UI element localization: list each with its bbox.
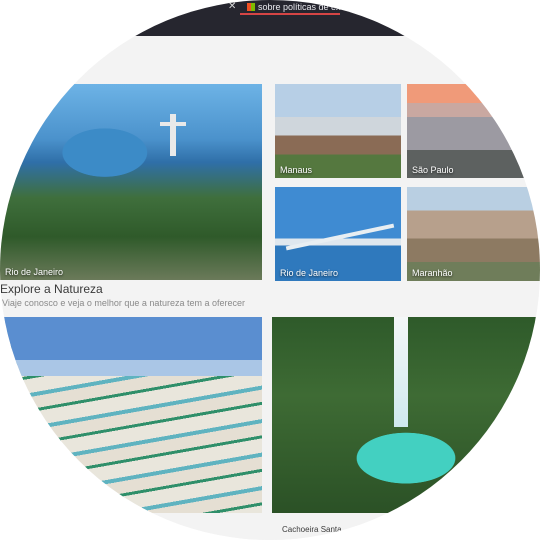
browser-tab-title: sobre políticas de execuçã [258,2,365,12]
nature-caption: Cachoeira Santa [282,525,342,534]
nature-card-waterfall[interactable] [272,317,540,513]
browser-tab-previous[interactable]: ✕ [150,0,240,14]
destination-label: Rio de Janeiro [280,268,339,278]
destination-card-sao-paulo[interactable]: São Paulo [407,84,540,178]
section-subtitle: Viaje conosco e veja o melhor que a natu… [2,298,245,308]
destination-card-rio-de-janeiro[interactable]: Rio de Janeiro [0,84,262,280]
browser-tab-active[interactable]: sobre políticas de execuçã [243,0,365,14]
destination-card-rio-de-janeiro-bridge[interactable]: Rio de Janeiro [275,187,401,281]
active-tab-accent [240,13,340,15]
microsoft-logo-icon [247,3,255,11]
page-content: nto. Rio de Janeiro Manaus São Paulo Rio… [0,36,540,540]
close-icon[interactable]: ✕ [228,0,236,14]
destination-card-maranhao[interactable]: Maranhão [407,187,540,281]
section-title: Explore a Natureza [0,282,103,296]
circular-viewport: ✕ sobre políticas de execuçã nto. Rio de… [0,0,540,540]
destination-card-manaus[interactable]: Manaus [275,84,401,178]
intro-text: nto. [60,66,76,76]
browser-tab-bar: ✕ sobre políticas de execuçã [0,0,540,36]
bridge-image [285,223,395,251]
christ-statue-image [160,114,186,156]
destination-label: Manaus [280,165,313,175]
destination-label: São Paulo [412,165,454,175]
nature-card-dunes[interactable] [0,317,262,513]
destination-label: Maranhão [412,268,453,278]
destination-label: Rio de Janeiro [5,267,64,277]
waterfall-image [394,317,408,427]
